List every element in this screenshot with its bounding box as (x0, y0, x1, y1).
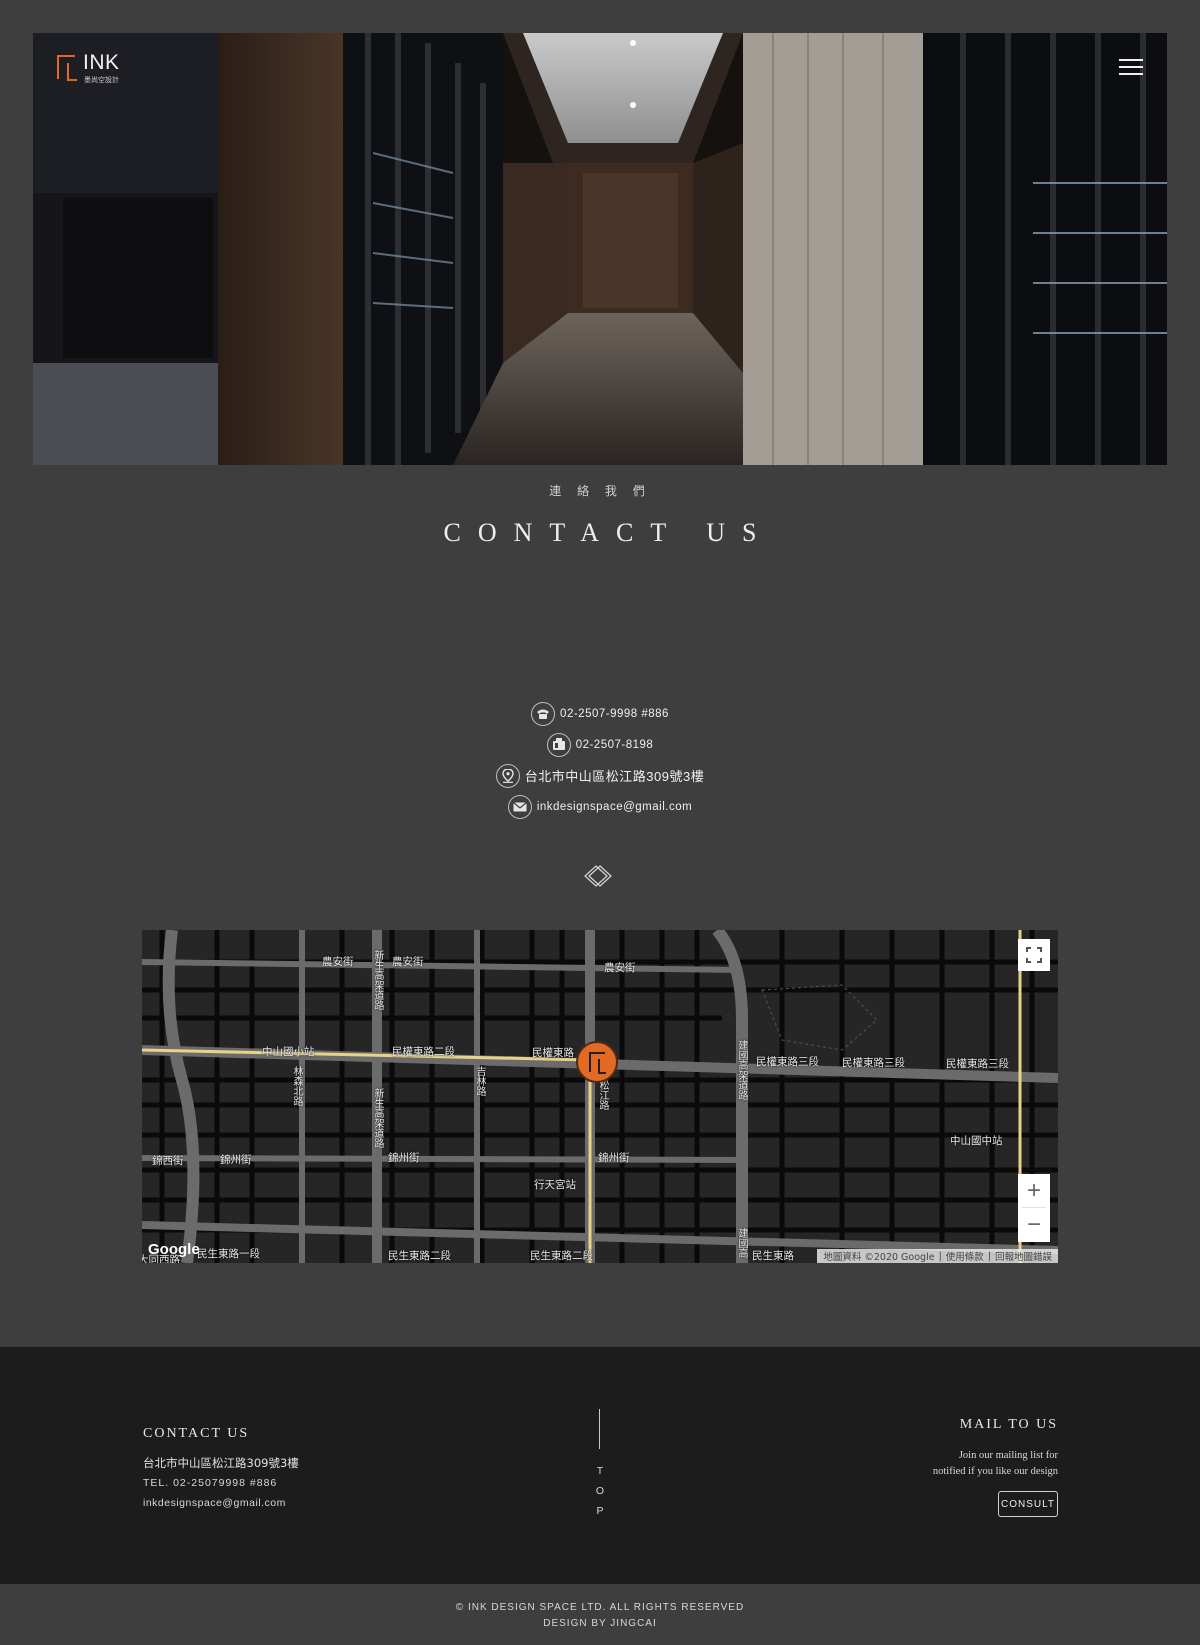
map-label: 新生高架道路 (372, 950, 383, 1010)
copyright-line: © INK DESIGN SPACE LTD. ALL RIGHTS RESER… (455, 1602, 745, 1613)
ink-logo-mark (57, 55, 77, 81)
top-letter: O (595, 1485, 605, 1497)
footer-email[interactable]: inkdesignspace@gmail.com (143, 1497, 286, 1509)
mail-to-us-title: MAIL TO US (959, 1417, 1058, 1432)
corridor-photo (33, 33, 1167, 465)
mail-description-line: Join our mailing list for (958, 1450, 1058, 1461)
map-label: 錦州街 (388, 1152, 420, 1164)
map-label: 錦州街 (598, 1152, 630, 1164)
contact-info-list: 02-2507-9998 #886 02-2507-8198 台北市中山區松江路… (0, 698, 1200, 822)
contact-address: 台北市中山區松江路309號3樓 (524, 769, 705, 784)
footer-contact-title: CONTACT US (143, 1426, 250, 1441)
map-label: 林森北路 (291, 1066, 302, 1106)
section-title: CONTACT US (443, 518, 774, 547)
hamburger-menu-icon[interactable] (1119, 59, 1143, 75)
map-attribution-text: 地圖資料 ©2020 Google (823, 1252, 935, 1263)
mail-description: Join our mailing list for notified if yo… (933, 1448, 1058, 1480)
map-zoom-in-button[interactable]: + (1018, 1174, 1050, 1208)
back-to-top-line (599, 1409, 600, 1449)
contact-email[interactable]: inkdesignspace@gmail.com (537, 801, 692, 813)
diamond-divider-icon (584, 865, 612, 887)
footer-tel[interactable]: TEL. 02-25079998 #886 (143, 1477, 277, 1489)
footer-address: 台北市中山區松江路309號3樓 (143, 1456, 299, 1470)
contact-phone-row: 02-2507-9998 #886 (0, 698, 1200, 729)
map-label: 中山國小站 (262, 1046, 315, 1058)
map-label: 錦西街 (152, 1155, 184, 1167)
map-label: 民生東路二段 (388, 1250, 451, 1262)
contact-phone[interactable]: 02-2507-9998 #886 (560, 708, 669, 720)
footer: CONTACT US 台北市中山區松江路309號3樓 TEL. 02-25079… (0, 1347, 1200, 1584)
map-zoom-out-button[interactable]: − (1018, 1208, 1050, 1242)
copyright: © INK DESIGN SPACE LTD. ALL RIGHTS RESER… (0, 1600, 1200, 1632)
consult-button[interactable]: CONSULT (998, 1491, 1058, 1517)
map-label: 民權東路三段 (842, 1057, 905, 1069)
map-label: 民權東路三段 (946, 1058, 1009, 1070)
google-logo[interactable]: Google (148, 1241, 200, 1258)
contact-address-row: 台北市中山區松江路309號3樓 (0, 760, 1200, 791)
map-label: 吉林路 (474, 1066, 485, 1096)
map-label: 民權東路三段 (756, 1056, 819, 1068)
mail-icon (507, 794, 532, 819)
top-letter: P (596, 1505, 604, 1517)
map-location-marker[interactable] (576, 1041, 618, 1083)
logo-text: INK (83, 51, 120, 74)
map-label: 農安街 (604, 962, 636, 974)
map-label: 農安街 (322, 956, 354, 968)
section-subtitle: 連 絡 我 們 (549, 484, 651, 498)
design-credit: DESIGN BY JINGCAI (543, 1618, 657, 1629)
back-to-top-button[interactable]: T O P (592, 1461, 608, 1521)
mail-description-line: notified if you like our design (932, 1466, 1058, 1477)
contact-fax: 02-2507-8198 (575, 738, 654, 751)
map-label: 新生高架道路 (372, 1088, 383, 1148)
map-label: 民生東路 (752, 1250, 794, 1262)
top-letter: T (596, 1465, 604, 1477)
map-label: 中山國中站 (950, 1135, 1003, 1147)
map-label: 民權東路 (532, 1047, 574, 1059)
map-label: 建國高架道路 (736, 1040, 747, 1100)
map-label: 農安街 (392, 956, 424, 968)
map-attribution: 地圖資料 ©2020 Google | 使用條款 | 回報地圖錯誤 (817, 1249, 1058, 1263)
hero-image: INK 墨尚空設計 (33, 33, 1167, 465)
map-label: 民生東路一段 (197, 1248, 260, 1260)
location-pin-icon (495, 763, 520, 788)
logo-subtext: 墨尚空設計 (84, 76, 119, 84)
map-fullscreen-button[interactable] (1018, 939, 1050, 971)
map-label: 民權東路二段 (392, 1046, 455, 1058)
map-label: 民生東路二段 (530, 1250, 593, 1262)
map-label: 行天宮站 (534, 1179, 576, 1191)
fullscreen-icon (1026, 947, 1042, 963)
contact-fax-row: 02-2507-8198 (0, 729, 1200, 760)
map-label: 松江路 (597, 1080, 608, 1110)
map-label: 建國高 (736, 1228, 747, 1258)
map-terms-link[interactable]: 使用條款 (946, 1249, 984, 1263)
contact-email-row: inkdesignspace@gmail.com (0, 791, 1200, 822)
map-label: 錦州街 (220, 1154, 252, 1166)
map-report-link[interactable]: 回報地圖錯誤 (995, 1249, 1052, 1263)
ink-logo[interactable]: INK 墨尚空設計 (57, 51, 127, 91)
phone-icon (531, 701, 556, 726)
google-map[interactable]: 農安街 農安街 農安街 新生高架道路 中山國小站 林森北路 民權東路二段 民權東… (142, 930, 1058, 1263)
fax-icon (546, 732, 571, 757)
